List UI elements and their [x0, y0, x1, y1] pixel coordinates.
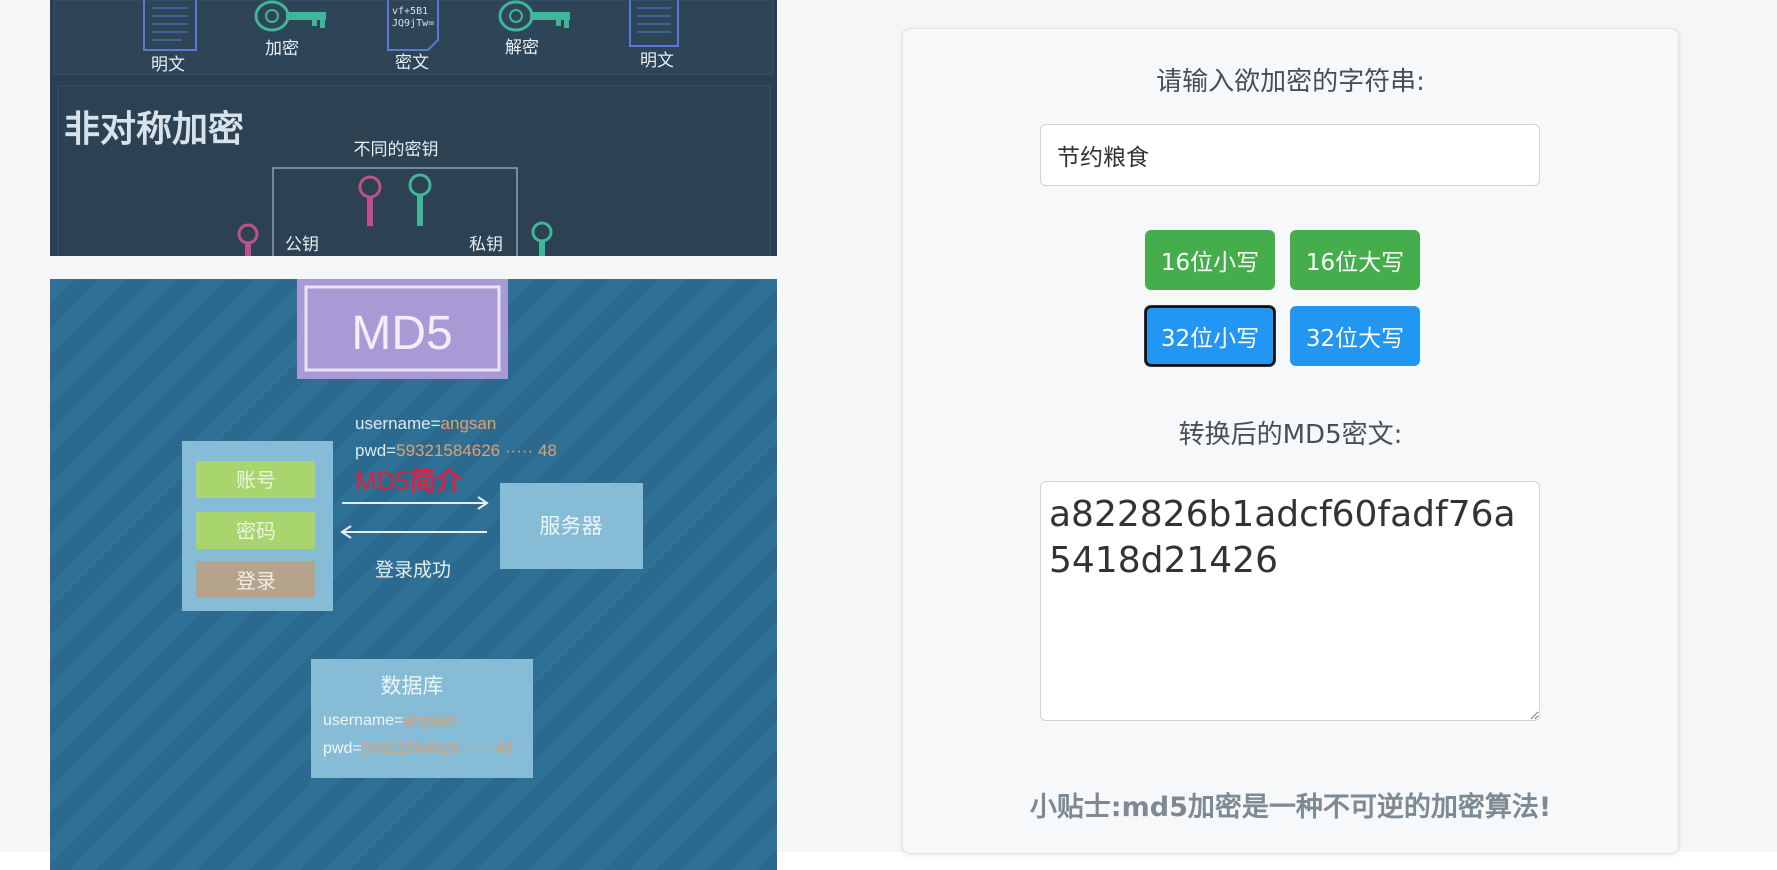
login-success-label: 登录成功: [375, 559, 451, 581]
plaintext-left-label: 明文: [151, 55, 185, 75]
request-line1-value: angsan: [441, 414, 497, 433]
asymmetric-title: 非对称加密: [64, 108, 244, 150]
request-line2-prefix: pwd=: [355, 441, 396, 460]
md5-intro-overlay: MD5简介: [355, 466, 463, 496]
encrypt-label: 加密: [265, 39, 299, 59]
ciphertext-label: 密文: [395, 53, 429, 73]
request-line1-prefix: username=: [355, 414, 441, 433]
md5-tool-card: 请输入欲加密的字符串: 16位小写 16位大写 32位小写 32位大写 转换后的…: [902, 28, 1679, 854]
request-line-2: pwd=59321584626 ····· 48: [355, 441, 557, 460]
different-keys-label: 不同的密钥: [354, 140, 439, 160]
response-arrow: [340, 525, 487, 539]
database-line2-prefix: pwd=: [323, 740, 362, 757]
overlay-intro: 简介: [410, 466, 463, 496]
md5-16-lower-button[interactable]: 16位小写: [1145, 230, 1275, 290]
database-line2-value: 59321584626 ····· 48: [362, 740, 513, 757]
public-key-label: 公钥: [285, 235, 319, 255]
database-line1-prefix: username=: [323, 712, 404, 729]
encryption-illustration-image: 明文 加密 vf+5B1 JQ9jTw= 密文 解密 明文 非对称加密 不同的密…: [50, 0, 777, 256]
database-line1-value: angsan: [404, 712, 457, 729]
md5-output-textarea[interactable]: a822826b1adcf60fadf76a5418d21426: [1040, 481, 1540, 721]
md5-32-upper-button[interactable]: 32位大写: [1290, 306, 1420, 366]
server-label: 服务器: [540, 514, 603, 538]
database-title: 数据库: [381, 674, 444, 698]
encryption-illustration-svg: 明文 加密 vf+5B1 JQ9jTw= 密文 解密 明文 非对称加密 不同的密…: [53, 0, 774, 256]
login-label: 登录: [236, 569, 276, 593]
password-label: 密码: [236, 519, 276, 543]
request-line2-value: 59321584626 ····· 48: [396, 441, 557, 460]
plaintext-right-label: 明文: [640, 51, 674, 71]
database-line-1: username=angsan: [323, 712, 456, 729]
md5-intro-svg: MD5 username=angsan pwd=59321584626 ····…: [182, 279, 643, 778]
tip-text: 小贴士:md5加密是一种不可逆的加密算法!: [1029, 792, 1552, 823]
request-arrow: [342, 496, 489, 510]
overlay-md5: MD5: [355, 466, 410, 496]
output-label: 转换后的MD5密文:: [1178, 420, 1403, 450]
md5-title: MD5: [351, 307, 452, 360]
input-label: 请输入欲加密的字符串:: [1156, 67, 1425, 97]
request-line-1: username=angsan: [355, 414, 496, 433]
private-key-label: 私钥: [469, 235, 503, 255]
plaintext-input[interactable]: [1040, 124, 1540, 186]
md5-intro-image: MD5 username=angsan pwd=59321584626 ····…: [50, 279, 777, 870]
md5-16-upper-button[interactable]: 16位大写: [1290, 230, 1420, 290]
decrypt-label: 解密: [505, 38, 539, 58]
database-line-2: pwd=59321584626 ····· 48: [323, 740, 513, 757]
account-label: 账号: [236, 468, 276, 492]
cipher-sample-line1: vf+5B1: [392, 6, 428, 17]
cipher-sample-line2: JQ9jTw=: [392, 18, 434, 29]
md5-32-lower-button[interactable]: 32位小写: [1145, 306, 1275, 366]
